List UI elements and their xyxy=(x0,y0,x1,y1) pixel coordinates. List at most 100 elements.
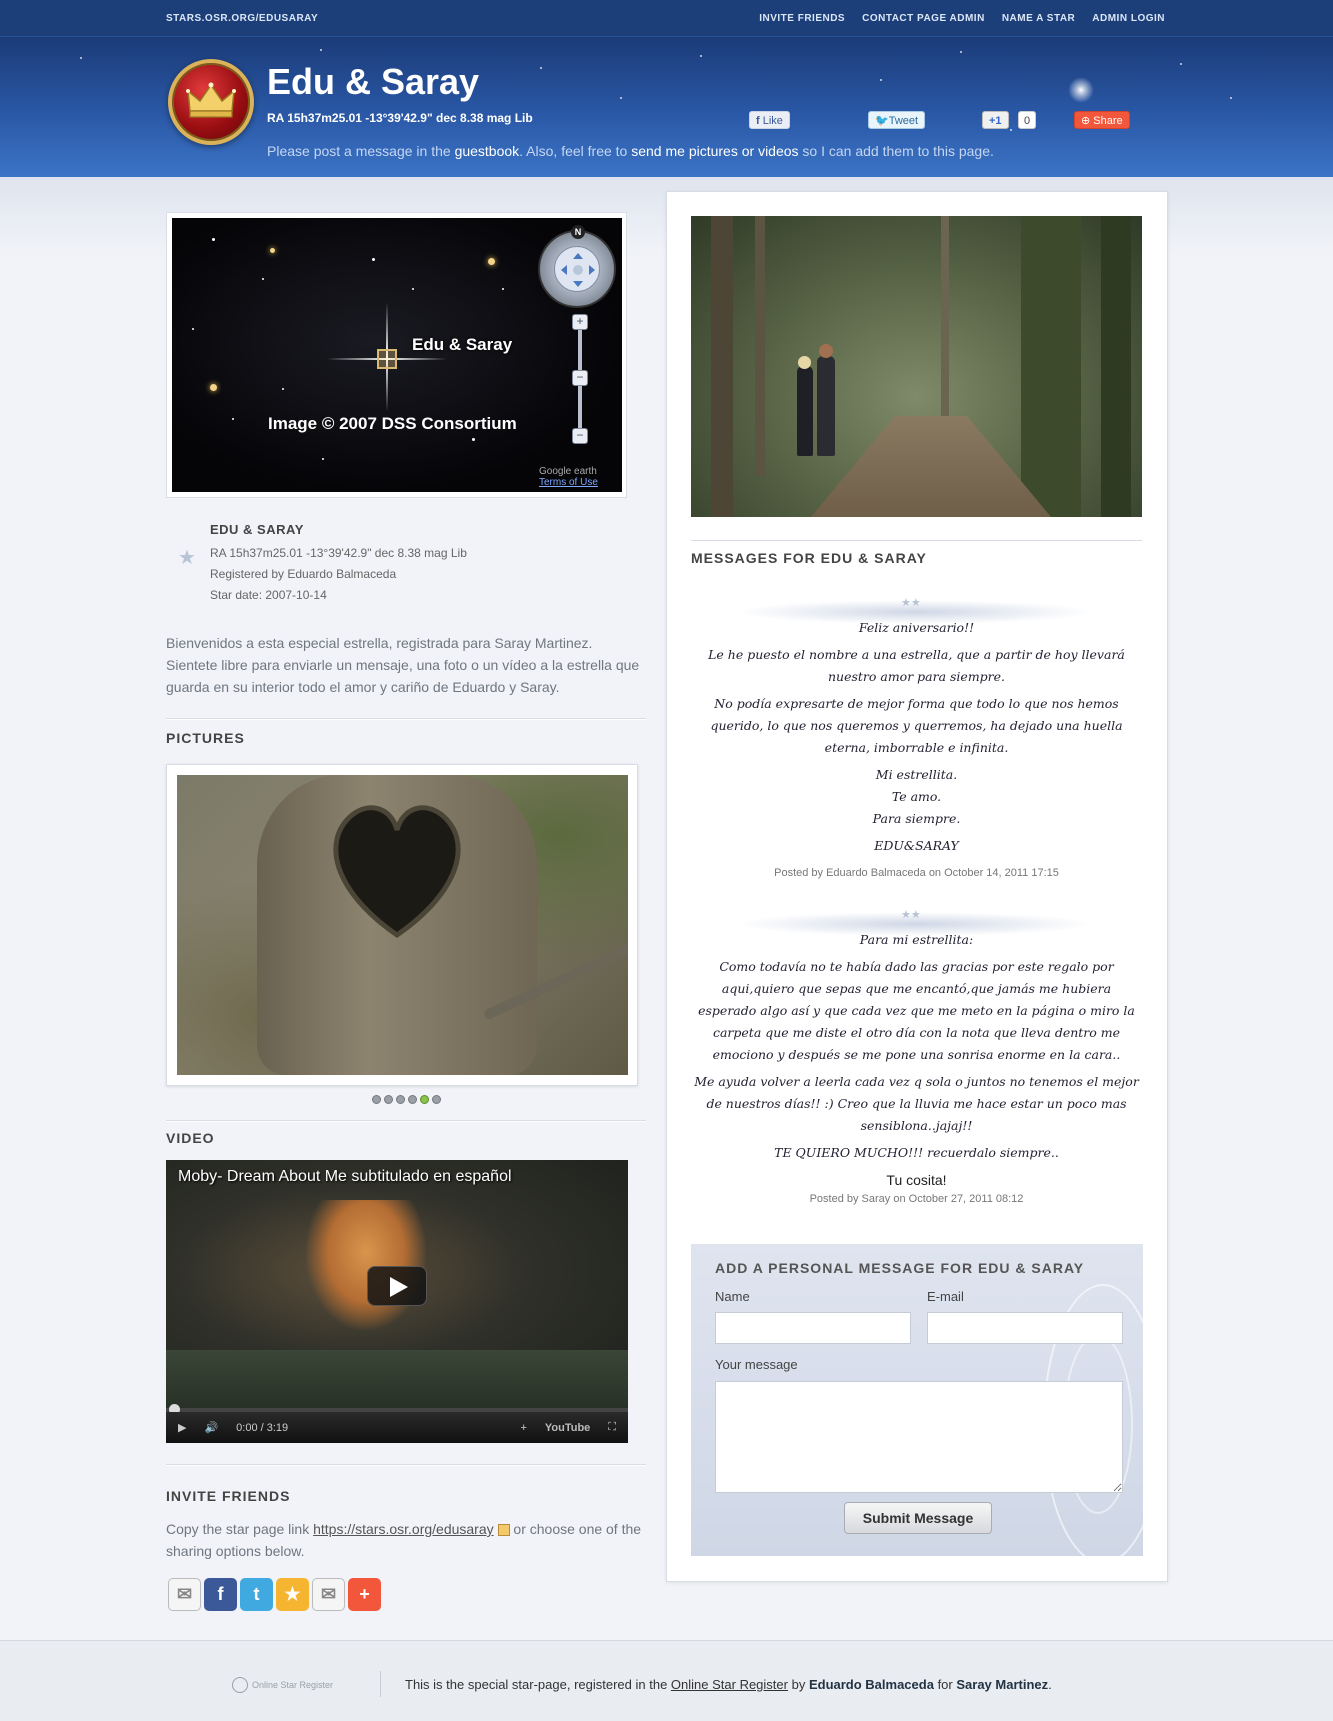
slideshow-dot[interactable] xyxy=(420,1095,429,1104)
star-info: EDU & SARAY RA 15h37m25.01 -13°39'42.9" … xyxy=(210,522,467,606)
name-input[interactable] xyxy=(715,1312,911,1344)
star-page-link[interactable]: https://stars.osr.org/edusaray xyxy=(313,1521,494,1537)
footer-text: This is the special star-page, registere… xyxy=(405,1677,1052,1692)
video-player[interactable]: Moby- Dream About Me subtitulado en espa… xyxy=(166,1160,628,1443)
page-footer: Online Star Register This is the special… xyxy=(0,1640,1333,1721)
nav-admin-login[interactable]: ADMIN LOGIN xyxy=(1092,13,1165,24)
bright-star-decoration xyxy=(1068,77,1094,103)
divider xyxy=(166,1464,646,1466)
north-indicator[interactable]: N xyxy=(571,225,585,239)
share-button[interactable]: ⊕ Share xyxy=(1074,111,1130,129)
terms-of-use-link[interactable]: Terms of Use xyxy=(539,477,598,488)
play-icon[interactable]: ▶ xyxy=(178,1421,186,1434)
zoom-slider[interactable]: + − − xyxy=(572,314,588,444)
youtube-logo[interactable]: YouTube xyxy=(545,1422,590,1434)
message-1-line: Para siempre. xyxy=(872,811,961,826)
crown-logo xyxy=(168,59,254,145)
nav-name-a-star[interactable]: NAME A STAR xyxy=(1002,13,1075,24)
add-icon[interactable]: + xyxy=(520,1422,526,1434)
slideshow-image[interactable] xyxy=(177,775,628,1075)
message-2-line: Como todavía no te había dado las gracia… xyxy=(698,959,1135,1062)
slideshow-dot[interactable] xyxy=(432,1095,441,1104)
footer-owner: Eduardo Balmaceda xyxy=(808,1677,934,1692)
twitter-bird-icon: 🐦 xyxy=(875,115,889,127)
slideshow-dot[interactable] xyxy=(408,1095,417,1104)
video-controls: ▶ 🔊 0:00 / 3:19 + YouTube ⛶ xyxy=(166,1412,628,1443)
favorite-star-icon[interactable]: ★ xyxy=(276,1578,309,1611)
stars-ornament-icon: ★★ xyxy=(901,909,921,921)
page-header: Edu & Saray RA 15h37m25.01 -13°39'42.9" … xyxy=(0,37,1333,177)
video-time: 0:00 / 3:19 xyxy=(236,1421,289,1434)
facebook-share-icon[interactable]: f xyxy=(204,1578,237,1611)
intro-text: Bienvenidos a esta especial estrella, re… xyxy=(166,635,640,695)
form-heading: ADD A PERSONAL MESSAGE FOR EDU & SARAY xyxy=(715,1260,1085,1276)
plus-icon: ⊕ xyxy=(1081,115,1091,127)
top-nav-links: INVITE FRIENDS CONTACT PAGE ADMIN NAME A… xyxy=(759,13,1165,24)
message-1-line: Mi estrellita. xyxy=(875,767,958,782)
map-navigation-control[interactable]: N xyxy=(538,225,616,308)
guestbook-link[interactable]: guestbook xyxy=(455,143,520,159)
tweet-button[interactable]: 🐦Tweet xyxy=(868,111,926,129)
slideshow-dot[interactable] xyxy=(372,1095,381,1104)
facebook-like-button[interactable]: f Like xyxy=(749,111,790,129)
nav-contact-page-admin[interactable]: CONTACT PAGE ADMIN xyxy=(862,13,985,24)
message-1: Feliz aniversario!! Le he puesto el nomb… xyxy=(691,617,1142,889)
slideshow-dot[interactable] xyxy=(396,1095,405,1104)
plus-one-count: 0 xyxy=(1018,111,1037,129)
sky-map[interactable]: Edu & Saray Image © 2007 DSS Consortium … xyxy=(172,218,622,492)
message-2-line: Para mi estrellita: xyxy=(859,932,974,947)
name-label: Name xyxy=(715,1289,750,1304)
google-earth-logo: Google earth xyxy=(539,466,597,477)
message-2-signature: Tu cosita! xyxy=(886,1172,947,1188)
play-button[interactable] xyxy=(367,1266,427,1306)
gmail-share-icon[interactable]: ✉ xyxy=(312,1578,345,1611)
sharing-options: ✉ f t ★ ✉ + xyxy=(168,1578,381,1611)
couple-photo[interactable] xyxy=(691,216,1142,517)
pictures-heading: PICTURES xyxy=(166,730,245,746)
zoom-in-button[interactable]: + xyxy=(572,314,588,330)
zoom-handle[interactable]: − xyxy=(572,370,588,386)
message-1-line: Feliz aniversario!! xyxy=(858,620,975,635)
email-label: E-mail xyxy=(927,1289,964,1304)
personal-message-form: ADD A PERSONAL MESSAGE FOR EDU & SARAY N… xyxy=(691,1244,1143,1556)
video-title[interactable]: Moby- Dream About Me subtitulado en espa… xyxy=(178,1168,512,1186)
message-2-meta: Posted by Saray on October 27, 2011 08:1… xyxy=(809,1193,1024,1205)
crown-icon xyxy=(186,82,236,118)
map-star-label: Edu & Saray xyxy=(412,335,513,354)
fullscreen-icon[interactable]: ⛶ xyxy=(608,1421,616,1434)
star-target-marker[interactable] xyxy=(377,349,397,369)
copy-icon[interactable] xyxy=(497,1524,510,1537)
nav-invite-friends[interactable]: INVITE FRIENDS xyxy=(759,13,845,24)
site-url[interactable]: STARS.OSR.ORG/EDUSARAY xyxy=(166,13,318,24)
star-info-coords: RA 15h37m25.01 -13°39'42.9" dec 8.38 mag… xyxy=(210,546,467,560)
twitter-share-icon[interactable]: t xyxy=(240,1578,273,1611)
volume-icon[interactable]: 🔊 xyxy=(204,1421,218,1434)
footer-recipient: Saray Martinez xyxy=(956,1677,1049,1692)
star-icon: ★ xyxy=(178,547,196,569)
submit-message-button[interactable]: Submit Message xyxy=(844,1502,992,1534)
facebook-icon: f xyxy=(756,115,760,127)
message-textarea[interactable] xyxy=(715,1381,1123,1493)
divider xyxy=(166,1120,646,1122)
email-input[interactable] xyxy=(927,1312,1123,1344)
star-coordinates: RA 15h37m25.01 -13°39'42.9" dec 8.38 mag… xyxy=(267,111,533,125)
stars-ornament-icon: ★★ xyxy=(901,597,921,609)
message-1-line: No podía expresarte de mejor forma que t… xyxy=(710,696,1123,755)
picture-slideshow[interactable] xyxy=(166,764,638,1086)
google-plus-one-button[interactable]: +1 xyxy=(982,111,1009,129)
send-media-link[interactable]: send me pictures or videos xyxy=(631,143,798,159)
messages-heading: MESSAGES FOR EDU & SARAY xyxy=(691,550,927,566)
email-share-icon[interactable]: ✉ xyxy=(168,1578,201,1611)
online-star-register-link[interactable]: Online Star Register xyxy=(671,1677,788,1692)
message-1-meta: Posted by Eduardo Balmaceda on October 1… xyxy=(774,867,1059,879)
message-label: Your message xyxy=(715,1357,798,1372)
star-registered-by: Registered by Eduardo Balmaceda xyxy=(210,567,397,581)
zoom-out-button[interactable]: − xyxy=(572,428,588,444)
message-1-line: Te amo. xyxy=(891,789,942,804)
star-name: EDU & SARAY xyxy=(210,522,304,537)
more-share-icon[interactable]: + xyxy=(348,1578,381,1611)
footer-brand[interactable]: Online Star Register xyxy=(232,1677,333,1693)
pan-arrows-icon xyxy=(561,253,595,287)
slideshow-dot[interactable] xyxy=(384,1095,393,1104)
pan-control[interactable] xyxy=(554,246,600,292)
